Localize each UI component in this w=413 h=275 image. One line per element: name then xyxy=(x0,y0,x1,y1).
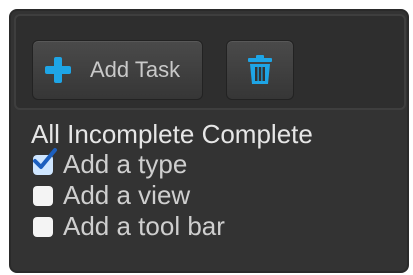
delete-button[interactable] xyxy=(226,40,294,100)
add-task-label: Add Task xyxy=(90,57,181,82)
add-task-button[interactable]: Add Task xyxy=(32,40,203,100)
filter-bar: All Incomplete Complete xyxy=(31,119,313,149)
task-checkbox[interactable] xyxy=(33,147,57,175)
task-label: Add a tool bar xyxy=(63,211,225,241)
filter-incomplete[interactable]: Incomplete xyxy=(67,119,194,149)
task-label: Add a view xyxy=(63,180,191,210)
task-item: Add a view xyxy=(31,180,313,211)
task-item: Add a tool bar xyxy=(31,211,313,242)
filter-all[interactable]: All xyxy=(31,119,60,149)
task-checkbox[interactable] xyxy=(33,216,53,237)
todo-panel: Add Task All Incomplete Complete Add a t… xyxy=(9,9,409,273)
trash-icon xyxy=(248,55,272,84)
task-item: Add a type xyxy=(31,147,313,180)
filter-complete[interactable]: Complete xyxy=(202,119,313,149)
toolbar: Add Task xyxy=(14,14,406,110)
plus-icon xyxy=(45,57,71,83)
task-label: Add a type xyxy=(63,149,188,179)
checkmark-icon xyxy=(33,147,57,169)
task-checkbox[interactable] xyxy=(33,185,53,206)
task-list-area: All Incomplete Complete Add a type Add a… xyxy=(31,119,313,242)
